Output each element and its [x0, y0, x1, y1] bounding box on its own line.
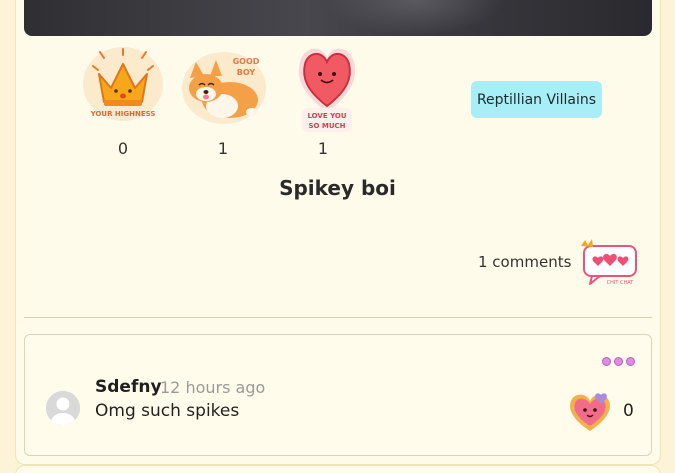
crown-sticker-caption: YOUR HIGHNESS [90, 110, 156, 118]
post-title: Spikey boi [279, 176, 396, 200]
heart-sticker-count: 1 [317, 139, 329, 158]
chat-bubble-caption: CHIT CHAT [607, 280, 635, 286]
comments-count-label[interactable]: 1 comments [478, 253, 571, 271]
corgi-sticker-caption: GOOD [233, 57, 260, 66]
corgi-sticker-caption-2: BOY [237, 68, 256, 77]
heart-sticker-icon[interactable]: LOVE YOU SO MUCH [294, 40, 360, 140]
corgi-sticker-count: 1 [217, 139, 229, 158]
heart-sticker-caption-2: SO MUCH [308, 122, 345, 130]
comment-author[interactable]: Sdefny [95, 377, 162, 397]
section-divider [24, 317, 652, 318]
more-dots-icon[interactable] [602, 357, 635, 366]
next-card-edge [15, 465, 661, 473]
reaction-count: 0 [623, 401, 634, 421]
category-tag-label: Reptillian Villains [476, 91, 597, 108]
category-tag[interactable]: Reptillian Villains [471, 81, 602, 118]
heart-cookie-icon[interactable] [566, 389, 614, 439]
comment-timestamp: 12 hours ago [160, 378, 266, 397]
post-image[interactable] [24, 0, 652, 36]
chat-bubble-icon[interactable]: CHIT CHAT [578, 238, 640, 292]
avatar[interactable] [46, 391, 80, 425]
avatar-icon [46, 391, 80, 425]
crown-sticker-count: 0 [117, 139, 129, 158]
corgi-sticker-icon[interactable]: GOOD BOY [180, 48, 268, 132]
heart-sticker-caption: LOVE YOU [307, 112, 346, 120]
crown-sticker-icon[interactable]: YOUR HIGHNESS [80, 44, 166, 128]
image-shading [324, 0, 504, 36]
comment-text: Omg such spikes [95, 401, 240, 421]
